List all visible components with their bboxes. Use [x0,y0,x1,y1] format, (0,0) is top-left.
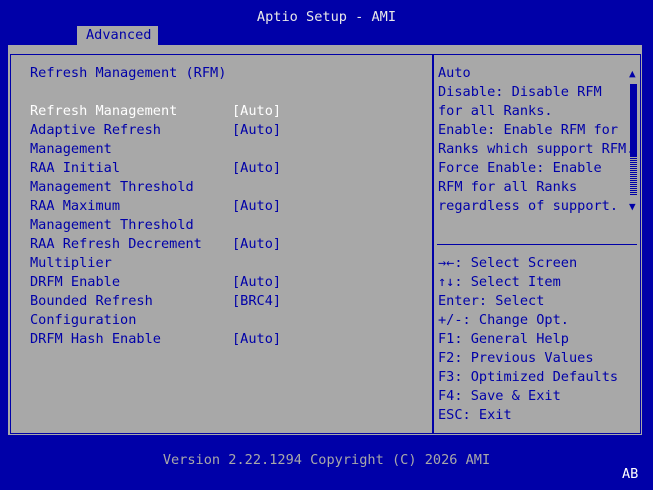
key-legend-item: +/-: Change Opt. [438,311,569,330]
setting-value[interactable]: [Auto] [232,121,281,140]
key-legend-item: F2: Previous Values [438,349,594,368]
scroll-up-arrow-icon[interactable]: ▲ [629,68,636,79]
setting-label[interactable]: DRFM Enable [30,273,120,292]
help-line: for all Ranks. [438,103,553,119]
version-footer: Version 2.22.1294 Copyright (C) 2026 AMI [162,452,491,468]
key-legend-item: Enter: Select [438,292,544,311]
bios-title: Aptio Setup - AMI [256,9,397,25]
help-line: Disable: Disable RFM [438,84,602,100]
help-line: Force Enable: Enable [438,160,602,176]
help-line: regardless of support. [438,198,619,214]
vertical-divider [433,54,434,434]
help-line: Ranks which support RFM. [438,141,635,157]
setting-label[interactable]: Management Threshold [30,178,194,197]
setting-value[interactable]: [Auto] [232,102,281,121]
help-line: Enable: Enable RFM for [438,122,619,138]
setting-value[interactable]: [Auto] [232,197,281,216]
key-name: ESC: [438,407,471,423]
setting-label[interactable]: Refresh Management [30,102,177,121]
key-description: Previous Values [462,350,594,366]
scroll-down-arrow-icon[interactable]: ▼ [629,201,636,212]
setting-label[interactable]: Multiplier [30,254,112,273]
key-legend-item: ↑↓: Select Item [438,273,561,292]
status-indicator: AB [622,466,639,482]
setting-label[interactable]: RAA Refresh Decrement [30,235,202,254]
setting-label[interactable]: RAA Initial [30,159,120,178]
setting-label[interactable]: DRFM Hash Enable [30,330,161,349]
setting-value[interactable]: [BRC4] [232,292,281,311]
key-name: F1: [438,331,463,347]
setting-label[interactable]: Management Threshold [30,216,194,235]
key-name: ↑↓: [438,274,463,290]
key-name: →←: [438,255,463,271]
help-line: Auto [438,65,471,81]
setting-label[interactable]: Bounded Refresh [30,292,153,311]
setting-label[interactable]: Management [30,140,112,159]
key-description: Save & Exit [462,388,561,404]
key-description: Exit [470,407,512,423]
setting-value[interactable]: [Auto] [232,159,281,178]
setting-label[interactable]: Configuration [30,311,136,330]
key-description: Optimized Defaults [462,369,619,385]
key-name: F2: [438,350,463,366]
bios-screen: Aptio Setup - AMI Advanced Refresh Manag… [0,0,653,490]
key-name: F3: [438,369,463,385]
key-legend-item: F1: General Help [438,330,569,349]
key-description: Select Item [462,274,561,290]
key-legend-item: F4: Save & Exit [438,387,561,406]
section-title: Refresh Management (RFM) [30,65,227,81]
setting-value[interactable]: [Auto] [232,273,281,292]
key-legend-item: ESC: Exit [438,406,512,425]
key-legend-item: →←: Select Screen [438,254,577,273]
help-scrollbar-thumb[interactable] [630,84,637,156]
key-legend-item: F3: Optimized Defaults [438,368,618,387]
key-description: Select Screen [462,255,578,271]
key-name: F4: [438,388,463,404]
setting-label[interactable]: RAA Maximum [30,197,120,216]
key-description: Select [487,293,545,309]
setting-value[interactable]: [Auto] [232,330,281,349]
setting-label[interactable]: Adaptive Refresh [30,121,161,140]
key-description: General Help [462,331,569,347]
key-name: +/-: [438,312,471,328]
key-description: Change Opt. [470,312,569,328]
key-name: Enter: [438,293,488,309]
setting-value[interactable]: [Auto] [232,235,281,254]
help-divider [437,244,637,245]
tab-advanced[interactable]: Advanced [77,26,158,45]
help-line: RFM for all Ranks [438,179,578,195]
